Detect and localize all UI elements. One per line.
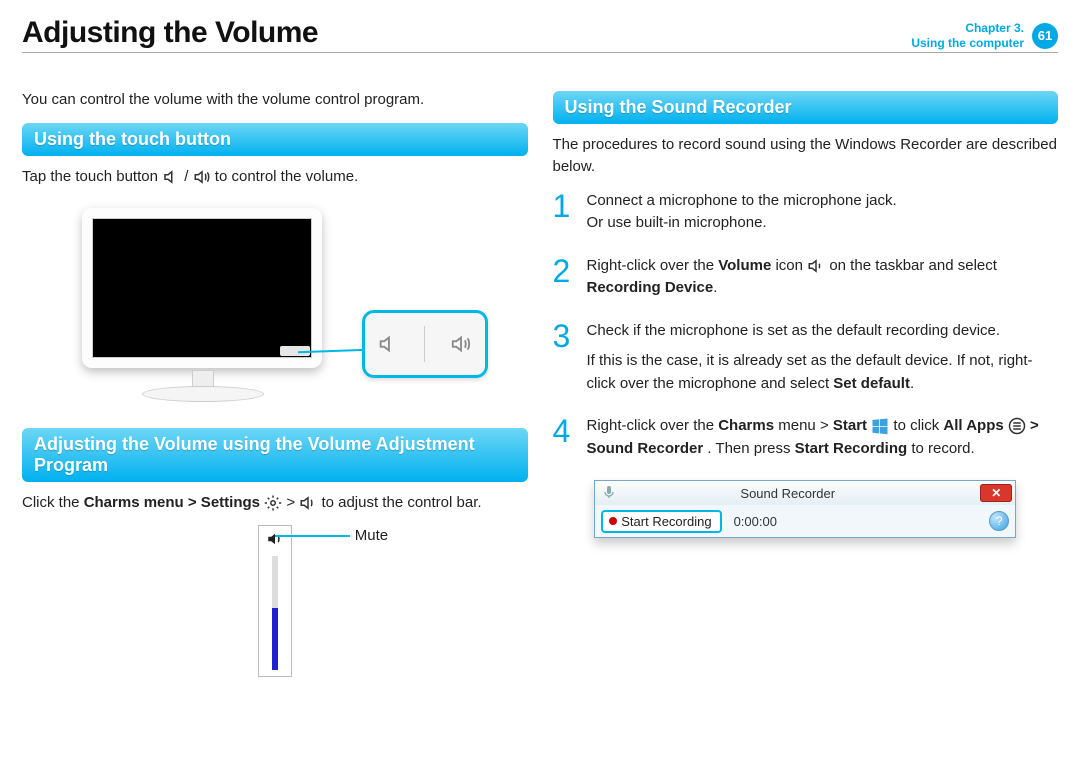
settings-gear-icon [264,494,282,512]
recorder-time: 0:00:00 [734,514,777,529]
help-button[interactable]: ? [989,511,1009,531]
mute-label: Mute [355,527,388,544]
step-1: 1 Connect a microphone to the microphone… [553,190,1059,235]
microphone-icon [601,484,617,500]
intro-text: You can control the volume with the volu… [22,89,528,111]
page-header: Adjusting the Volume Chapter 3. Using th… [22,0,1058,53]
volume-up-icon [193,168,211,186]
windows-start-icon [871,417,889,435]
chapter-line2: Using the computer [911,36,1024,50]
slider-track [272,556,278,670]
recorder-title: Sound Recorder [595,486,980,501]
step-number: 3 [553,320,575,396]
step-4: 4 Right-click over the Charms menu > Sta… [553,415,1059,460]
page-number: 61 [1032,23,1058,49]
monitor-stand-base [142,386,264,402]
recorder-intro: The procedures to record sound using the… [553,134,1059,178]
touch-buttons-callout [362,310,488,378]
chapter-block: Chapter 3. Using the computer 61 [911,21,1058,50]
figure-monitor [22,200,528,420]
volume-down-icon [377,333,399,355]
slider-fill [272,608,278,671]
section-touch-button: Using the touch button [22,123,528,156]
close-button[interactable]: ✕ [980,484,1012,502]
section-sound-recorder: Using the Sound Recorder [553,91,1059,124]
recorder-body: Start Recording 0:00:00 ? [595,505,1015,537]
charms-text: Click the Charms menu > Settings > to ad… [22,492,528,514]
volume-down-icon [162,168,180,186]
all-apps-icon [1008,417,1026,435]
step-number: 4 [553,415,575,460]
chapter-line1: Chapter 3. [911,21,1024,35]
recorder-titlebar: Sound Recorder ✕ [595,481,1015,505]
volume-taskbar-icon [807,257,825,275]
volume-up-icon [450,333,472,355]
record-dot-icon [609,517,617,525]
step-3: 3 Check if the microphone is set as the … [553,320,1059,396]
mute-pointer [275,535,350,537]
section-volume-program: Adjusting the Volume using the Volume Ad… [22,428,528,482]
step-number: 2 [553,255,575,300]
touch-button-text: Tap the touch button / to control the vo… [22,166,528,188]
speaker-icon [266,530,284,548]
step-number: 1 [553,190,575,235]
sound-recorder-window: Sound Recorder ✕ Start Recording 0:00:00… [594,480,1016,538]
figure-volume-slider: Mute [22,525,528,685]
left-column: You can control the volume with the volu… [22,83,528,746]
start-recording-button[interactable]: Start Recording [601,510,721,533]
volume-icon [299,494,317,512]
monitor-bezel [82,208,322,368]
step-2: 2 Right-click over the Volume icon on th… [553,255,1059,300]
right-column: Using the Sound Recorder The procedures … [553,83,1059,746]
page-title: Adjusting the Volume [22,16,318,50]
volume-slider[interactable] [258,525,292,677]
